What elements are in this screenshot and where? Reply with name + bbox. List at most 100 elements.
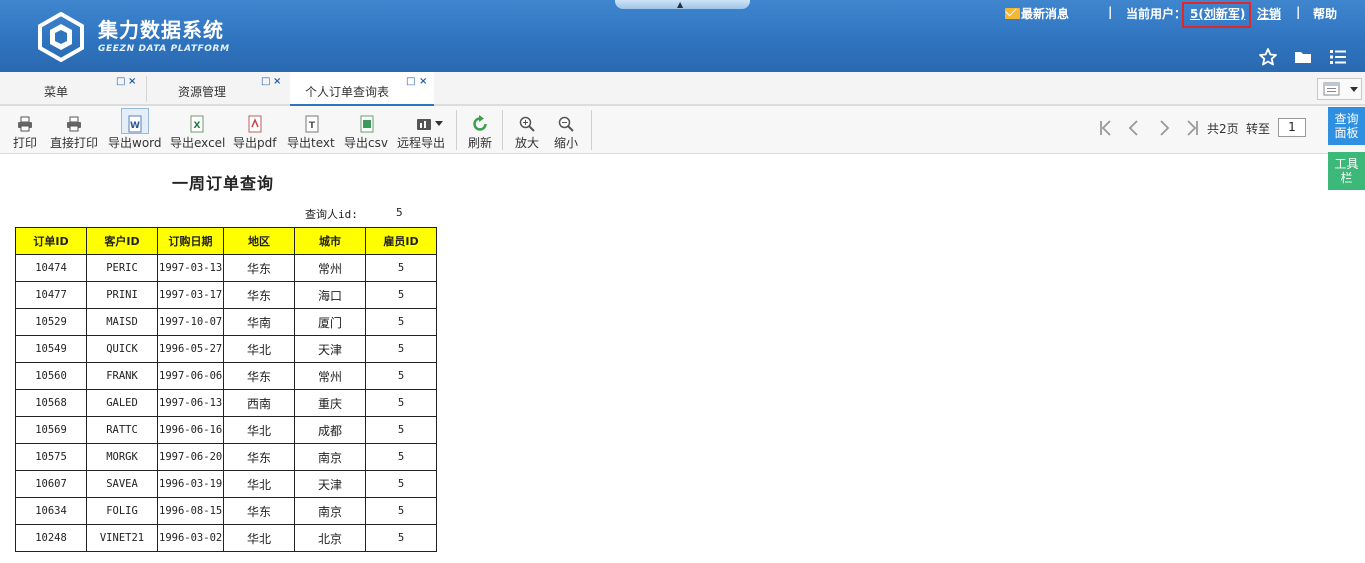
logout-link[interactable]: 注销 [1257, 5, 1281, 22]
mail-icon[interactable] [1005, 8, 1020, 19]
tab-bar: 菜单 □ × 资源管理 □ × 个人订单查询表 □ × [0, 72, 1365, 106]
help-link[interactable]: 帮助 [1313, 5, 1337, 22]
column-header: 地区 [223, 227, 295, 255]
export-csv-button[interactable]: 导出csv [343, 106, 391, 154]
table-row: 10474 PERIC 1997-03-13 华东 常州 5 [15, 254, 437, 282]
tab-resource-management[interactable]: 资源管理 □ × [147, 72, 290, 106]
tab-list-dropdown[interactable] [1317, 78, 1362, 100]
total-pages-label: 共2页 [1207, 122, 1239, 136]
latest-message-link[interactable]: 最新消息 [1021, 5, 1069, 22]
close-icon[interactable]: × [128, 77, 136, 87]
first-page-icon[interactable] [1098, 119, 1114, 137]
header-separator: | [1108, 5, 1113, 19]
export-excel-button[interactable]: X 导出excel [169, 106, 227, 154]
employee-id-cell: 5 [365, 497, 437, 525]
order-date-cell: 1997-06-13 [157, 389, 224, 417]
city-cell: 北京 [294, 524, 366, 552]
city-cell: 厦门 [294, 308, 366, 336]
toolbar-label: 直接打印 [50, 136, 99, 150]
toolbar-label: 远程导出 [397, 136, 446, 150]
next-page-icon[interactable] [1156, 119, 1172, 137]
order-id-cell: 10477 [15, 281, 87, 309]
logo-subtitle: GEEZN DATA PLATFORM [98, 44, 230, 54]
table-header-row: 订单ID 客户ID 订购日期 地区 城市 雇员ID [15, 227, 437, 255]
close-icon[interactable]: × [273, 77, 281, 87]
restore-icon[interactable]: □ [406, 77, 415, 87]
toolbar-label: 导出word [108, 136, 162, 150]
order-id-cell: 10607 [15, 470, 87, 498]
order-date-cell: 1996-06-16 [157, 416, 224, 444]
order-id-cell: 10568 [15, 389, 87, 417]
toolbar-label: 刷新 [468, 136, 493, 150]
star-icon[interactable] [1258, 47, 1278, 67]
order-id-cell: 10569 [15, 416, 87, 444]
employee-id-cell: 5 [365, 416, 437, 444]
list-menu-icon[interactable] [1328, 47, 1348, 67]
query-panel-label: 查询面板 [1334, 112, 1359, 140]
customer-id-cell: FRANK [86, 362, 158, 390]
folder-icon[interactable] [1293, 47, 1313, 67]
query-param-value: 5 [396, 206, 403, 219]
header-collapse-toggle[interactable]: ▲ [615, 0, 750, 9]
tab-menu[interactable]: 菜单 □ × [0, 72, 146, 106]
customer-id-cell: VINET21 [86, 524, 158, 552]
city-cell: 天津 [294, 470, 366, 498]
toolbar-label: 导出text [287, 136, 335, 150]
page-number-input[interactable]: 1 [1278, 118, 1306, 137]
direct-print-button[interactable]: 直接打印 [48, 106, 100, 154]
city-cell: 海口 [294, 281, 366, 309]
csv-icon [360, 115, 374, 133]
query-param-label: 查询人id: [305, 208, 358, 221]
employee-id-cell: 5 [365, 362, 437, 390]
excel-icon: X [190, 115, 204, 133]
zoom-out-button[interactable]: 缩小 [552, 106, 580, 154]
city-cell: 成都 [294, 416, 366, 444]
table-body: 10474 PERIC 1997-03-13 华东 常州 5 10477 PRINI 1997-… [15, 254, 437, 552]
remote-export-button[interactable]: 远程导出 [397, 106, 449, 154]
last-page-icon[interactable] [1184, 119, 1200, 137]
query-panel-button[interactable]: 查询面板 [1328, 107, 1365, 145]
order-id-cell: 10575 [15, 443, 87, 471]
tools-panel-button[interactable]: 工具栏 [1328, 152, 1365, 190]
region-cell: 华北 [223, 335, 295, 363]
city-cell: 南京 [294, 443, 366, 471]
restore-icon[interactable]: □ [116, 77, 125, 87]
tab-label: 个人订单查询表 [305, 85, 390, 99]
table-row: 10575 MORGK 1997-06-20 华东 南京 5 [15, 443, 437, 471]
zoom-out-icon [558, 116, 574, 132]
region-cell: 华南 [223, 308, 295, 336]
collapse-arrow-icon: ▲ [677, 0, 684, 9]
column-header: 订单ID [15, 227, 87, 255]
window-list-icon [1323, 82, 1340, 96]
customer-id-cell: MAISD [86, 308, 158, 336]
refresh-button[interactable]: 刷新 [466, 106, 494, 154]
order-date-cell: 1997-06-06 [157, 362, 224, 390]
close-icon[interactable]: × [419, 77, 427, 87]
order-id-cell: 10634 [15, 497, 87, 525]
export-pdf-button[interactable]: 导出pdf [232, 106, 280, 154]
region-cell: 华东 [223, 362, 295, 390]
toolbar-divider [502, 110, 503, 150]
employee-id-cell: 5 [365, 443, 437, 471]
export-text-button[interactable]: T 导出text [286, 106, 338, 154]
region-cell: 华东 [223, 281, 295, 309]
table-row: 10477 PRINI 1997-03-17 华东 海口 5 [15, 281, 437, 309]
customer-id-cell: QUICK [86, 335, 158, 363]
print-button[interactable]: 打印 [10, 106, 40, 154]
order-id-cell: 10529 [15, 308, 87, 336]
order-date-cell: 1996-03-19 [157, 470, 224, 498]
region-cell: 华北 [223, 416, 295, 444]
restore-icon[interactable]: □ [261, 77, 270, 87]
table-row: 10634 FOLIG 1996-08-15 华东 南京 5 [15, 497, 437, 525]
tab-label: 资源管理 [178, 85, 227, 99]
customer-id-cell: PERIC [86, 254, 158, 282]
tab-personal-order-query[interactable]: 个人订单查询表 □ × [290, 72, 434, 106]
export-word-button[interactable]: W 导出word [108, 106, 163, 154]
region-cell: 华北 [223, 524, 295, 552]
toolbar-label: 放大 [515, 136, 540, 150]
toolbar-label: 打印 [13, 136, 38, 150]
remote-export-icon [417, 119, 443, 130]
prev-page-icon[interactable] [1126, 119, 1142, 137]
zoom-in-button[interactable]: 放大 [513, 106, 541, 154]
order-date-cell: 1997-03-13 [157, 254, 224, 282]
